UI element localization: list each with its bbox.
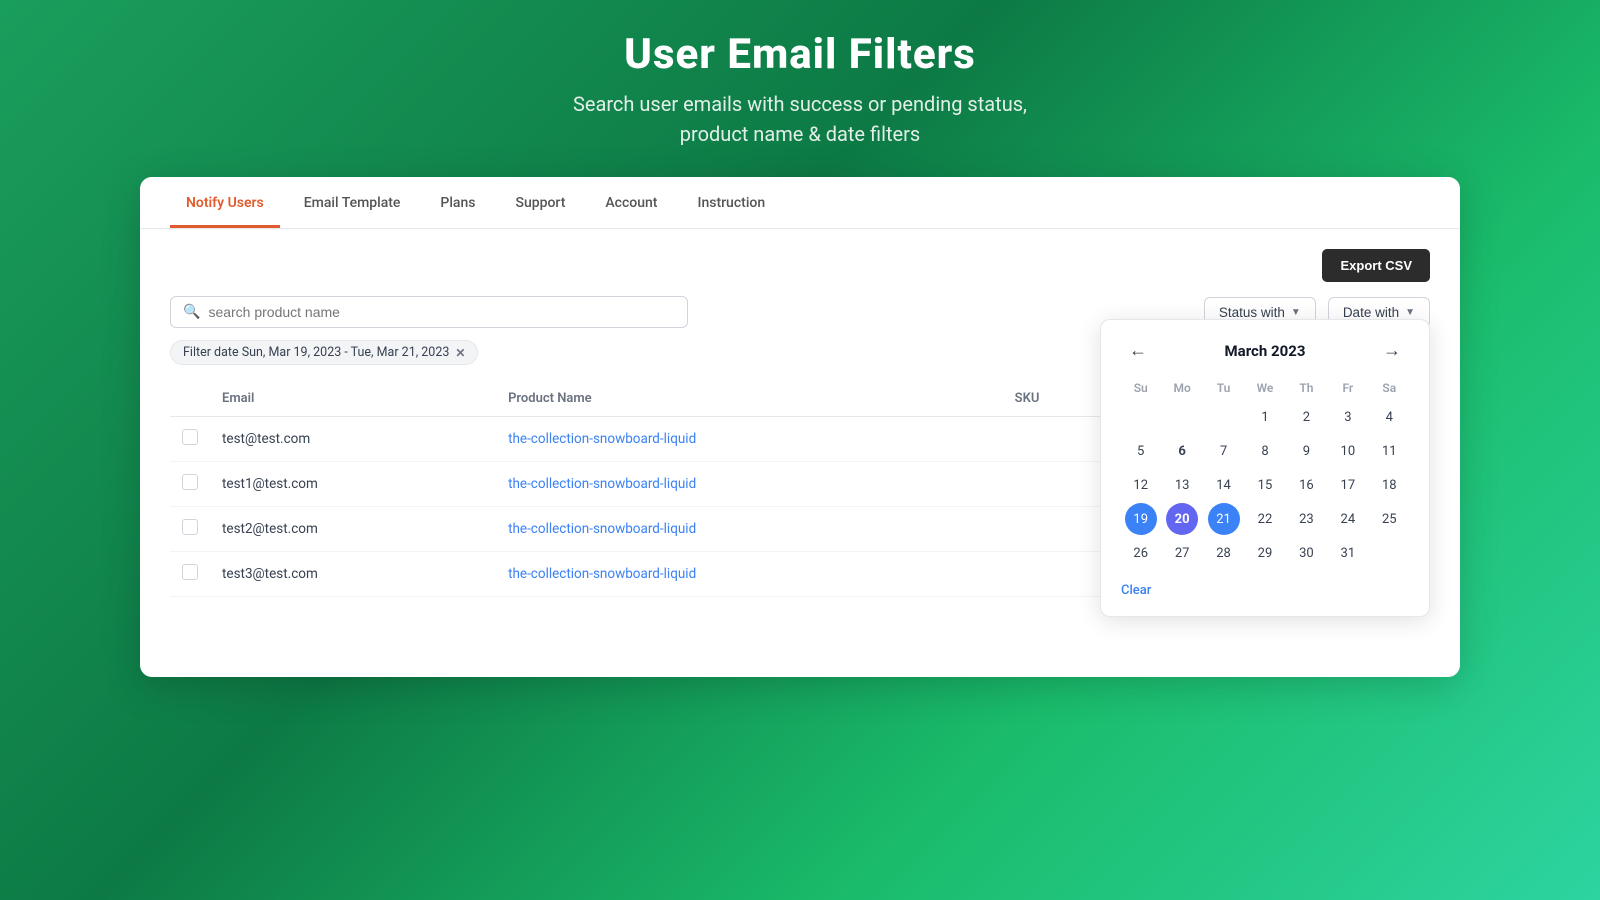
tab-plans[interactable]: Plans: [424, 177, 491, 228]
th-checkbox: [170, 381, 210, 417]
search-box: 🔍: [170, 296, 688, 328]
search-input[interactable]: [208, 304, 675, 320]
row-email: test3@test.com: [210, 552, 496, 597]
row-product-name[interactable]: the-collection-snowboard-liquid: [496, 462, 1003, 507]
calendar-day[interactable]: 4: [1373, 401, 1405, 433]
row-product-name[interactable]: the-collection-snowboard-liquid: [496, 507, 1003, 552]
filter-tag-close[interactable]: ✕: [455, 346, 465, 360]
row-product-name[interactable]: the-collection-snowboard-liquid: [496, 552, 1003, 597]
row-checkbox[interactable]: [182, 474, 198, 490]
row-email: test2@test.com: [210, 507, 496, 552]
calendar-day-header: Su: [1121, 377, 1160, 399]
row-checkbox[interactable]: [182, 519, 198, 535]
calendar-day[interactable]: 15: [1249, 469, 1281, 501]
calendar-day[interactable]: 3: [1332, 401, 1364, 433]
calendar-header: ← March 2023 →: [1121, 338, 1409, 363]
calendar-day[interactable]: 5: [1125, 435, 1157, 467]
calendar-day[interactable]: 2: [1290, 401, 1322, 433]
date-dropdown-arrow: ▼: [1405, 307, 1415, 318]
calendar-day-header: Fr: [1328, 377, 1367, 399]
th-email: Email: [210, 381, 496, 417]
calendar-day: [1166, 401, 1198, 433]
calendar-day[interactable]: 1: [1249, 401, 1281, 433]
calendar-day: [1373, 537, 1405, 569]
filter-tag-label: Filter date Sun, Mar 19, 2023 - Tue, Mar…: [183, 345, 449, 360]
tab-notify-users[interactable]: Notify Users: [170, 177, 280, 228]
row-checkbox[interactable]: [182, 564, 198, 580]
row-product-name[interactable]: the-collection-snowboard-liquid: [496, 417, 1003, 462]
header-section: User Email Filters Search user emails wi…: [573, 30, 1027, 149]
calendar-day[interactable]: 18: [1373, 469, 1405, 501]
calendar-day: [1208, 401, 1240, 433]
calendar-day[interactable]: 20: [1166, 503, 1198, 535]
calendar-day[interactable]: 25: [1373, 503, 1405, 535]
calendar-day[interactable]: 10: [1332, 435, 1364, 467]
page-title: User Email Filters: [573, 30, 1027, 79]
calendar-day-header: We: [1245, 377, 1284, 399]
calendar-day[interactable]: 7: [1208, 435, 1240, 467]
row-checkbox-cell: [170, 417, 210, 462]
calendar-day[interactable]: 8: [1249, 435, 1281, 467]
calendar-prev-button[interactable]: ←: [1121, 338, 1155, 363]
tab-instruction[interactable]: Instruction: [681, 177, 781, 228]
calendar-day[interactable]: 27: [1166, 537, 1198, 569]
calendar-day[interactable]: 29: [1249, 537, 1281, 569]
th-product-name: Product Name: [496, 381, 1003, 417]
calendar-day[interactable]: 16: [1290, 469, 1322, 501]
calendar-day[interactable]: 22: [1249, 503, 1281, 535]
calendar-clear-button[interactable]: Clear: [1121, 583, 1409, 598]
tab-email-template[interactable]: Email Template: [288, 177, 417, 228]
active-filter-tag: Filter date Sun, Mar 19, 2023 - Tue, Mar…: [170, 340, 478, 365]
content-area: Export CSV 🔍 Status with ▼ Date with ▼ F…: [140, 229, 1460, 617]
calendar-day-header: Sa: [1370, 377, 1409, 399]
status-dropdown-arrow: ▼: [1291, 307, 1301, 318]
calendar-overlay: ← March 2023 → SuMoTuWeThFrSa12345678910…: [1100, 319, 1430, 617]
calendar-day[interactable]: 24: [1332, 503, 1364, 535]
page-subtitle: Search user emails with success or pendi…: [573, 89, 1027, 149]
calendar-day[interactable]: 17: [1332, 469, 1364, 501]
calendar-day[interactable]: 11: [1373, 435, 1405, 467]
calendar-next-button[interactable]: →: [1375, 338, 1409, 363]
export-csv-button[interactable]: Export CSV: [1322, 249, 1430, 282]
calendar-day[interactable]: 9: [1290, 435, 1322, 467]
tab-account[interactable]: Account: [589, 177, 673, 228]
row-checkbox-cell: [170, 507, 210, 552]
row-checkbox-cell: [170, 462, 210, 507]
calendar-day[interactable]: 21: [1208, 503, 1240, 535]
calendar-day[interactable]: 28: [1208, 537, 1240, 569]
calendar-day-header: Mo: [1162, 377, 1201, 399]
calendar-grid: SuMoTuWeThFrSa12345678910111213141516171…: [1121, 377, 1409, 569]
row-checkbox[interactable]: [182, 429, 198, 445]
search-icon: 🔍: [183, 304, 200, 320]
main-card: Notify Users Email Template Plans Suppor…: [140, 177, 1460, 677]
calendar-day[interactable]: 23: [1290, 503, 1322, 535]
toolbar-row: Export CSV: [170, 249, 1430, 282]
row-checkbox-cell: [170, 552, 210, 597]
calendar-day[interactable]: 30: [1290, 537, 1322, 569]
calendar-day[interactable]: 12: [1125, 469, 1157, 501]
calendar-day-header: Th: [1287, 377, 1326, 399]
calendar-day[interactable]: 31: [1332, 537, 1364, 569]
row-email: test@test.com: [210, 417, 496, 462]
tab-support[interactable]: Support: [499, 177, 581, 228]
calendar-day[interactable]: 6: [1166, 435, 1198, 467]
calendar-day[interactable]: 26: [1125, 537, 1157, 569]
row-email: test1@test.com: [210, 462, 496, 507]
calendar-day-header: Tu: [1204, 377, 1243, 399]
calendar-day[interactable]: 19: [1125, 503, 1157, 535]
calendar-day[interactable]: 13: [1166, 469, 1198, 501]
calendar-day[interactable]: 14: [1208, 469, 1240, 501]
calendar-day: [1125, 401, 1157, 433]
nav-tabs: Notify Users Email Template Plans Suppor…: [140, 177, 1460, 229]
calendar-month-label: March 2023: [1225, 342, 1306, 360]
